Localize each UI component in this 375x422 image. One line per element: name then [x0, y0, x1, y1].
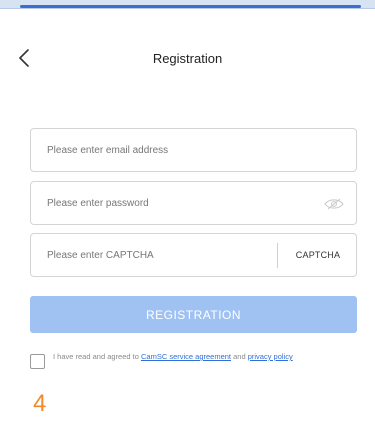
captcha-input[interactable]: [47, 234, 267, 276]
email-field[interactable]: [30, 128, 357, 172]
password-input[interactable]: [47, 182, 297, 224]
nav-header: Registration: [0, 40, 375, 80]
page-title: Registration: [152, 51, 223, 66]
agreement-prefix: I have read and agreed to: [53, 352, 141, 361]
eye-off-icon[interactable]: [324, 197, 344, 210]
agreement-text: I have read and agreed to CamSC service …: [53, 351, 358, 363]
agreement-checkbox[interactable]: [30, 354, 45, 369]
status-bar-strip: [0, 0, 375, 9]
agreement-middle: and: [231, 352, 248, 361]
step-number-annotation: 4: [33, 390, 47, 417]
service-agreement-link[interactable]: CamSC service agreement: [141, 352, 231, 361]
privacy-policy-link[interactable]: privacy policy: [248, 352, 293, 361]
status-bar-accent: [20, 5, 361, 8]
get-captcha-button[interactable]: CAPTCHA: [278, 234, 358, 276]
password-field[interactable]: [30, 181, 357, 225]
registration-button[interactable]: REGISTRATION: [30, 296, 357, 333]
email-input[interactable]: [47, 129, 297, 171]
captcha-field[interactable]: CAPTCHA: [30, 233, 357, 277]
